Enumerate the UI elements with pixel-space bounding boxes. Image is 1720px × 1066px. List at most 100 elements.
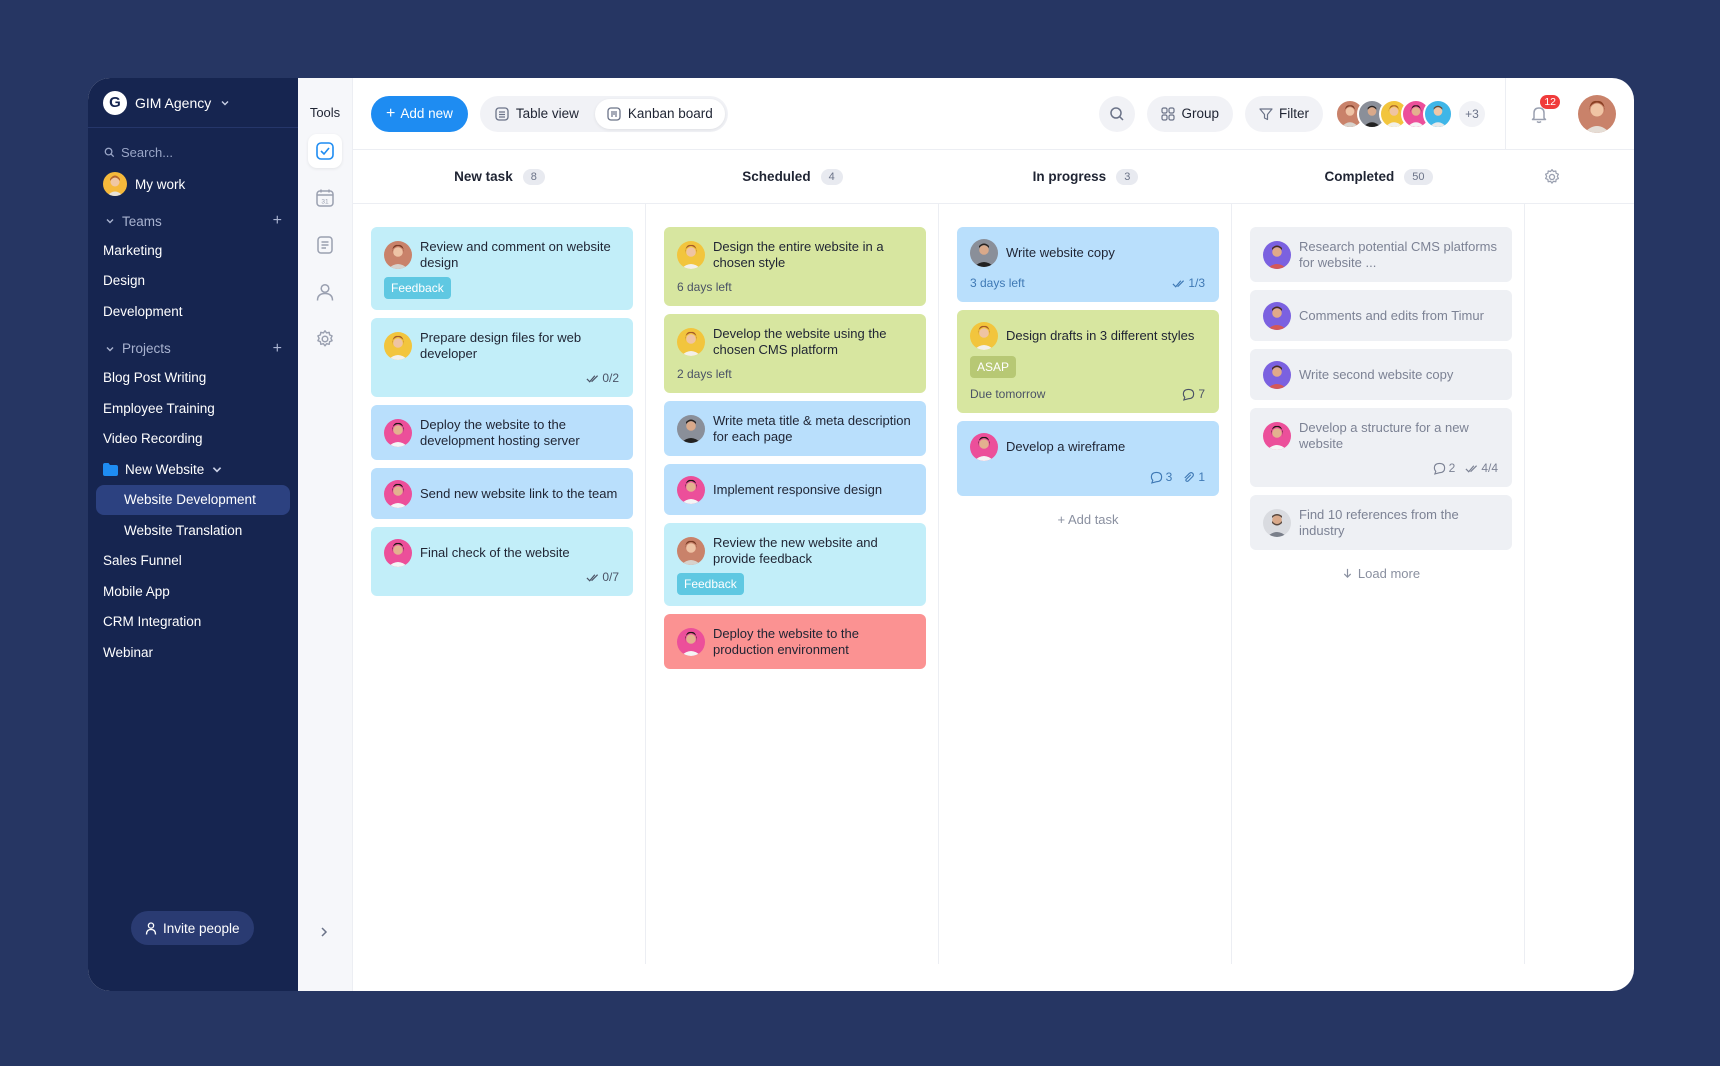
- sidebar-item-webinar[interactable]: Webinar: [88, 637, 298, 668]
- new-website-label: New Website: [125, 461, 205, 477]
- task-card[interactable]: Final check of the website 0/7: [371, 527, 633, 596]
- task-title: Develop a structure for a new website: [1299, 420, 1469, 451]
- task-title: Research potential CMS platforms for web…: [1299, 239, 1497, 270]
- column-in-progress: Write website copy 3 days left 1/3 Design…: [939, 204, 1232, 964]
- column-header-completed[interactable]: Completed 50: [1232, 168, 1525, 185]
- column-empty-space: [1525, 204, 1625, 964]
- sidebar-item-crm-integration[interactable]: CRM Integration: [88, 607, 298, 638]
- board-settings-button[interactable]: [1543, 168, 1561, 191]
- sidebar-search[interactable]: Search...: [88, 139, 298, 165]
- tag-asap: ASAP: [970, 356, 1017, 378]
- kanban-board-label: Kanban board: [627, 106, 713, 121]
- task-card[interactable]: Develop a wireframe 31: [957, 421, 1219, 496]
- my-work-item[interactable]: My work: [88, 169, 298, 199]
- task-title: Write website copy: [1006, 245, 1115, 260]
- tag-feedback: Feedback: [677, 573, 744, 595]
- avatar: [103, 172, 127, 196]
- task-card[interactable]: Design drafts in 3 different styles ASAP…: [957, 310, 1219, 413]
- projects-section-header[interactable]: Projects +: [88, 335, 298, 363]
- add-project-icon[interactable]: +: [273, 340, 282, 358]
- calendar-tool[interactable]: 31: [308, 181, 342, 215]
- task-card[interactable]: Write website copy 3 days left 1/3: [957, 227, 1219, 302]
- divider: [1505, 78, 1506, 150]
- sidebar-item-blog-post-writing[interactable]: Blog Post Writing: [88, 363, 298, 394]
- invite-people-button[interactable]: Invite people: [131, 911, 254, 945]
- sidebar-item-website-translation[interactable]: Website Translation: [88, 515, 298, 546]
- sidebar-item-sales-funnel[interactable]: Sales Funnel: [88, 546, 298, 577]
- document-tool[interactable]: [308, 228, 342, 262]
- column-header-in-progress[interactable]: In progress 3: [939, 168, 1232, 185]
- calendar-icon: 31: [316, 189, 334, 207]
- task-card[interactable]: Design the entire website in a chosen st…: [664, 227, 926, 306]
- task-card[interactable]: Find 10 references from the industry: [1250, 495, 1512, 550]
- notifications-button[interactable]: 12: [1524, 94, 1560, 129]
- sidebar-item-new-website[interactable]: New Website: [88, 454, 298, 485]
- task-card[interactable]: Develop a structure for a new website 24…: [1250, 408, 1512, 487]
- group-button[interactable]: Group: [1147, 95, 1233, 132]
- column-header-new-task[interactable]: New task 8: [353, 168, 646, 185]
- topbar: + Add new Table view Kanban board Group …: [353, 78, 1634, 150]
- task-title: Develop a wireframe: [1006, 439, 1126, 454]
- sidebar-item-design[interactable]: Design: [88, 266, 298, 297]
- folder-icon: [103, 462, 118, 476]
- chevron-right-icon: [321, 927, 328, 937]
- task-card[interactable]: Research potential CMS platforms for web…: [1250, 227, 1512, 282]
- projects-label: Projects: [122, 341, 171, 356]
- double-check-icon: [1465, 464, 1478, 473]
- task-card[interactable]: Prepare design files for web developer 0…: [371, 318, 633, 397]
- column-scheduled: Design the entire website in a chosen st…: [646, 204, 939, 964]
- sidebar-item-video-recording[interactable]: Video Recording: [88, 424, 298, 455]
- expand-tools-button[interactable]: [318, 925, 330, 943]
- search-icon: [104, 147, 115, 157]
- task-card[interactable]: Send new website link to the team: [371, 468, 633, 519]
- avatar: [1263, 509, 1291, 537]
- due-label: 6 days left: [677, 280, 732, 294]
- avatar: [677, 628, 705, 656]
- sidebar-item-website-development[interactable]: Website Development: [96, 484, 290, 515]
- team-members[interactable]: +3: [1335, 98, 1487, 129]
- column-title: In progress: [1032, 169, 1107, 184]
- comment-icon: [1433, 462, 1445, 475]
- workspace-logo: G: [103, 90, 127, 115]
- sidebar-item-mobile-app[interactable]: Mobile App: [88, 576, 298, 607]
- teams-label: Teams: [122, 213, 162, 229]
- tasks-tool[interactable]: [308, 134, 342, 168]
- workspace-switcher[interactable]: G GIM Agency: [88, 78, 298, 128]
- tools-title: Tools: [309, 105, 341, 120]
- kanban-board-tab[interactable]: Kanban board: [594, 98, 725, 129]
- column-count: 8: [522, 168, 545, 185]
- avatar: [677, 476, 705, 504]
- user-avatar[interactable]: [1578, 94, 1616, 133]
- more-members-count[interactable]: +3: [1457, 98, 1487, 129]
- task-card[interactable]: Implement responsive design: [664, 464, 926, 515]
- invite-label: Invite people: [163, 920, 240, 936]
- table-view-tab[interactable]: Table view: [483, 99, 591, 129]
- kanban-board: Review and comment on website design Fee…: [353, 204, 1634, 964]
- task-card[interactable]: Review and comment on website design Fee…: [371, 227, 633, 310]
- task-card[interactable]: Deploy the website to the production env…: [664, 614, 926, 669]
- load-more-button[interactable]: Load more: [1250, 566, 1512, 581]
- add-team-icon[interactable]: +: [273, 212, 282, 230]
- task-card[interactable]: Comments and edits from Timur: [1250, 290, 1512, 341]
- column-header-scheduled[interactable]: Scheduled 4: [646, 168, 939, 185]
- task-card[interactable]: Write meta title & meta description for …: [664, 401, 926, 456]
- people-tool[interactable]: [308, 275, 342, 309]
- task-card[interactable]: Deploy the website to the development ho…: [371, 405, 633, 460]
- add-new-button[interactable]: + Add new: [371, 95, 468, 132]
- checklist-indicator: 0/7: [586, 569, 619, 585]
- filter-button[interactable]: Filter: [1245, 95, 1323, 132]
- settings-tool[interactable]: [308, 322, 342, 356]
- avatar: [970, 239, 998, 267]
- sidebar-item-marketing[interactable]: Marketing: [88, 235, 298, 266]
- sidebar-item-development[interactable]: Development: [88, 296, 298, 327]
- arrow-down-icon: [1343, 568, 1352, 579]
- task-card[interactable]: Review the new website and provide feedb…: [664, 523, 926, 606]
- avatar: [384, 480, 412, 508]
- task-card[interactable]: Write second website copy: [1250, 349, 1512, 400]
- search-button[interactable]: [1099, 95, 1136, 132]
- task-card[interactable]: Develop the website using the chosen CMS…: [664, 314, 926, 393]
- sidebar-item-employee-training[interactable]: Employee Training: [88, 393, 298, 424]
- avatar: [677, 537, 705, 565]
- teams-section-header[interactable]: Teams +: [88, 207, 298, 235]
- add-task-button[interactable]: + Add task: [957, 512, 1219, 527]
